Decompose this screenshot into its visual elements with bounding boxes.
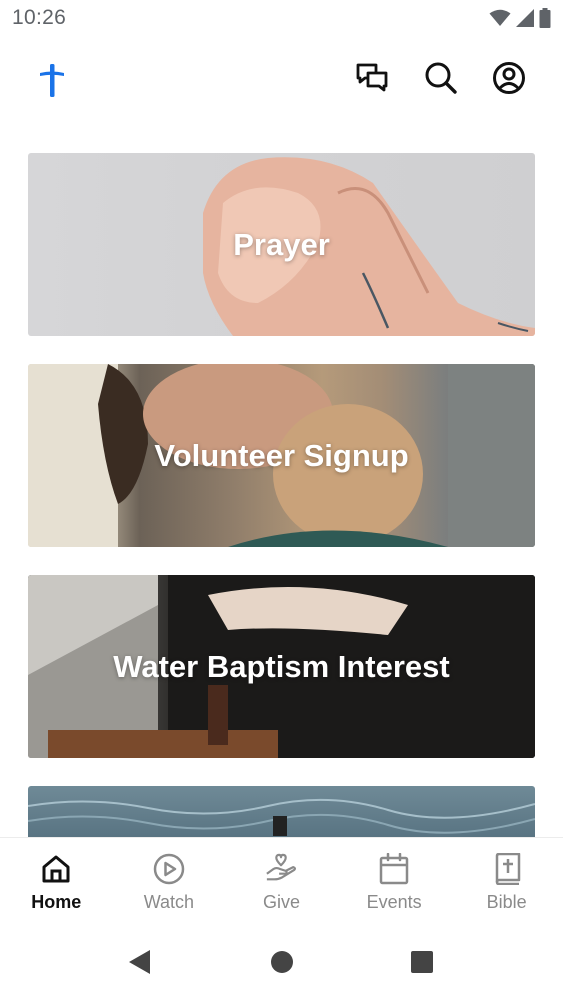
nav-item-give[interactable]: Give: [225, 838, 338, 928]
system-navigation-bar: [0, 927, 563, 1000]
card-volunteer-signup[interactable]: Volunteer Signup: [28, 364, 535, 547]
card-water-baptism-interest[interactable]: Water Baptism Interest: [28, 575, 535, 758]
cross-logo[interactable]: [36, 62, 68, 103]
give-hand-heart-icon: [265, 852, 297, 886]
nav-label: Watch: [143, 892, 195, 912]
card-prayer[interactable]: Prayer: [28, 153, 535, 336]
status-icons: [489, 8, 551, 33]
system-home-button[interactable]: [269, 950, 295, 979]
search-icon: [424, 61, 458, 100]
card-image-water: [28, 786, 535, 837]
nav-label: Bible: [486, 892, 527, 912]
home-icon: [40, 852, 72, 886]
profile-button[interactable]: [491, 61, 527, 100]
card-title: Prayer: [233, 226, 330, 262]
nav-item-watch[interactable]: Watch: [113, 838, 226, 928]
chat-button[interactable]: [354, 62, 390, 98]
content-feed[interactable]: Prayer Volunteer Signup Water Baptism In…: [28, 153, 535, 837]
app-header: [0, 40, 563, 124]
battery-icon: [539, 8, 551, 33]
home-circle-icon: [270, 950, 294, 979]
chat-icon: [355, 62, 389, 99]
nav-label: Give: [262, 892, 300, 912]
status-bar: 10:26: [0, 0, 563, 40]
card-title: Volunteer Signup: [154, 437, 409, 473]
recents-square-icon: [410, 950, 434, 979]
cellular-signal-icon: [515, 8, 535, 33]
nav-item-bible[interactable]: Bible: [450, 838, 563, 928]
recents-button[interactable]: [409, 950, 435, 979]
bottom-navigation: Home Watch Give Events Bible: [0, 837, 563, 928]
back-button[interactable]: [127, 949, 153, 980]
nav-label: Home: [31, 892, 82, 912]
status-time: 10:26: [12, 6, 67, 29]
nav-item-events[interactable]: Events: [338, 838, 451, 928]
search-button[interactable]: [423, 62, 459, 98]
profile-icon: [492, 61, 526, 100]
app-screen: 10:26 Prayer Volunteer Signup Water Bapt…: [0, 0, 563, 1000]
play-circle-icon: [153, 852, 185, 886]
nav-label: Events: [366, 892, 422, 912]
card-partial[interactable]: [28, 786, 535, 837]
bible-icon: [491, 852, 523, 886]
calendar-icon: [378, 852, 410, 886]
back-icon: [128, 949, 152, 980]
wifi-icon: [489, 9, 511, 32]
nav-item-home[interactable]: Home: [0, 838, 113, 928]
card-title: Water Baptism Interest: [113, 648, 450, 684]
